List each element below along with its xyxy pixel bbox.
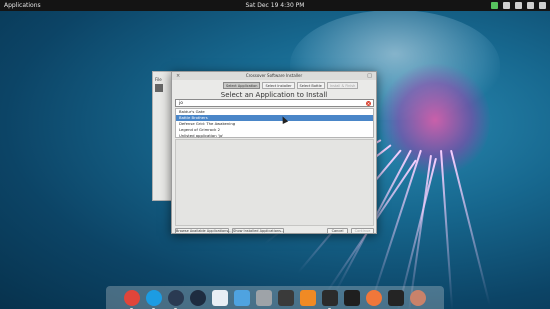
maximize-icon[interactable]: □ [367, 73, 372, 79]
dialog-title: Crossover Software Installer [245, 73, 303, 78]
top-panel: Applications Sat Dec 19 4:30 PM [0, 0, 550, 11]
step-select-bottle[interactable]: Select Bottle [296, 82, 325, 89]
steam-icon[interactable] [168, 289, 184, 309]
power-icon[interactable] [539, 2, 546, 9]
clear-icon[interactable]: ✕ [366, 101, 371, 106]
document-viewer-icon[interactable] [212, 289, 228, 306]
image-viewer-icon[interactable] [234, 289, 250, 306]
details-pane [175, 139, 374, 226]
notifications-icon[interactable] [527, 2, 534, 9]
dialog-titlebar[interactable]: × Crossover Software Installer □ [172, 72, 376, 80]
dock [106, 286, 444, 309]
step-install-finish: Install & Finish [326, 82, 359, 89]
search-input[interactable]: jo ✕ [175, 99, 374, 107]
installer-dialog: × Crossover Software Installer □ Select … [171, 71, 377, 234]
app-icon [155, 84, 163, 92]
screenshot-icon[interactable] [278, 289, 294, 306]
trash-icon[interactable] [410, 289, 426, 306]
clock[interactable]: Sat Dec 19 4:30 PM [0, 0, 550, 11]
skype-icon[interactable] [146, 289, 162, 309]
chrome-icon[interactable] [124, 289, 140, 309]
show-installed-button[interactable]: Show Installed Applications... [232, 228, 284, 234]
calculator-icon[interactable] [256, 289, 272, 306]
wizard-steps: Select Application Select Installer Sele… [223, 82, 359, 89]
cancel-button[interactable]: Cancel [327, 228, 348, 234]
steam-alt-icon[interactable] [190, 289, 206, 306]
music-icon[interactable] [300, 289, 316, 306]
volume-icon[interactable] [503, 2, 510, 9]
software-center-icon[interactable] [366, 289, 382, 306]
wallpaper-tentacle [450, 149, 491, 306]
file-menu[interactable]: File [155, 77, 162, 82]
terminal-alt-icon[interactable] [344, 289, 360, 306]
terminal-dark-icon[interactable] [388, 289, 404, 306]
battery-icon[interactable] [515, 2, 522, 9]
step-select-installer[interactable]: Select Installer [262, 82, 295, 89]
results-list: Baldur's Gate Battle Brothers Defense Gr… [175, 108, 374, 138]
continue-button: Continue [351, 228, 374, 234]
search-value: jo [179, 101, 184, 106]
step-select-application[interactable]: Select Application [223, 82, 261, 89]
close-icon[interactable]: × [176, 73, 180, 79]
network-icon[interactable] [491, 2, 498, 9]
dialog-heading: Select an Application to Install [220, 91, 328, 99]
browse-applications-button[interactable]: Browse Available Applications... [175, 228, 232, 234]
system-tray [491, 2, 546, 9]
terminal-icon[interactable] [322, 289, 338, 309]
